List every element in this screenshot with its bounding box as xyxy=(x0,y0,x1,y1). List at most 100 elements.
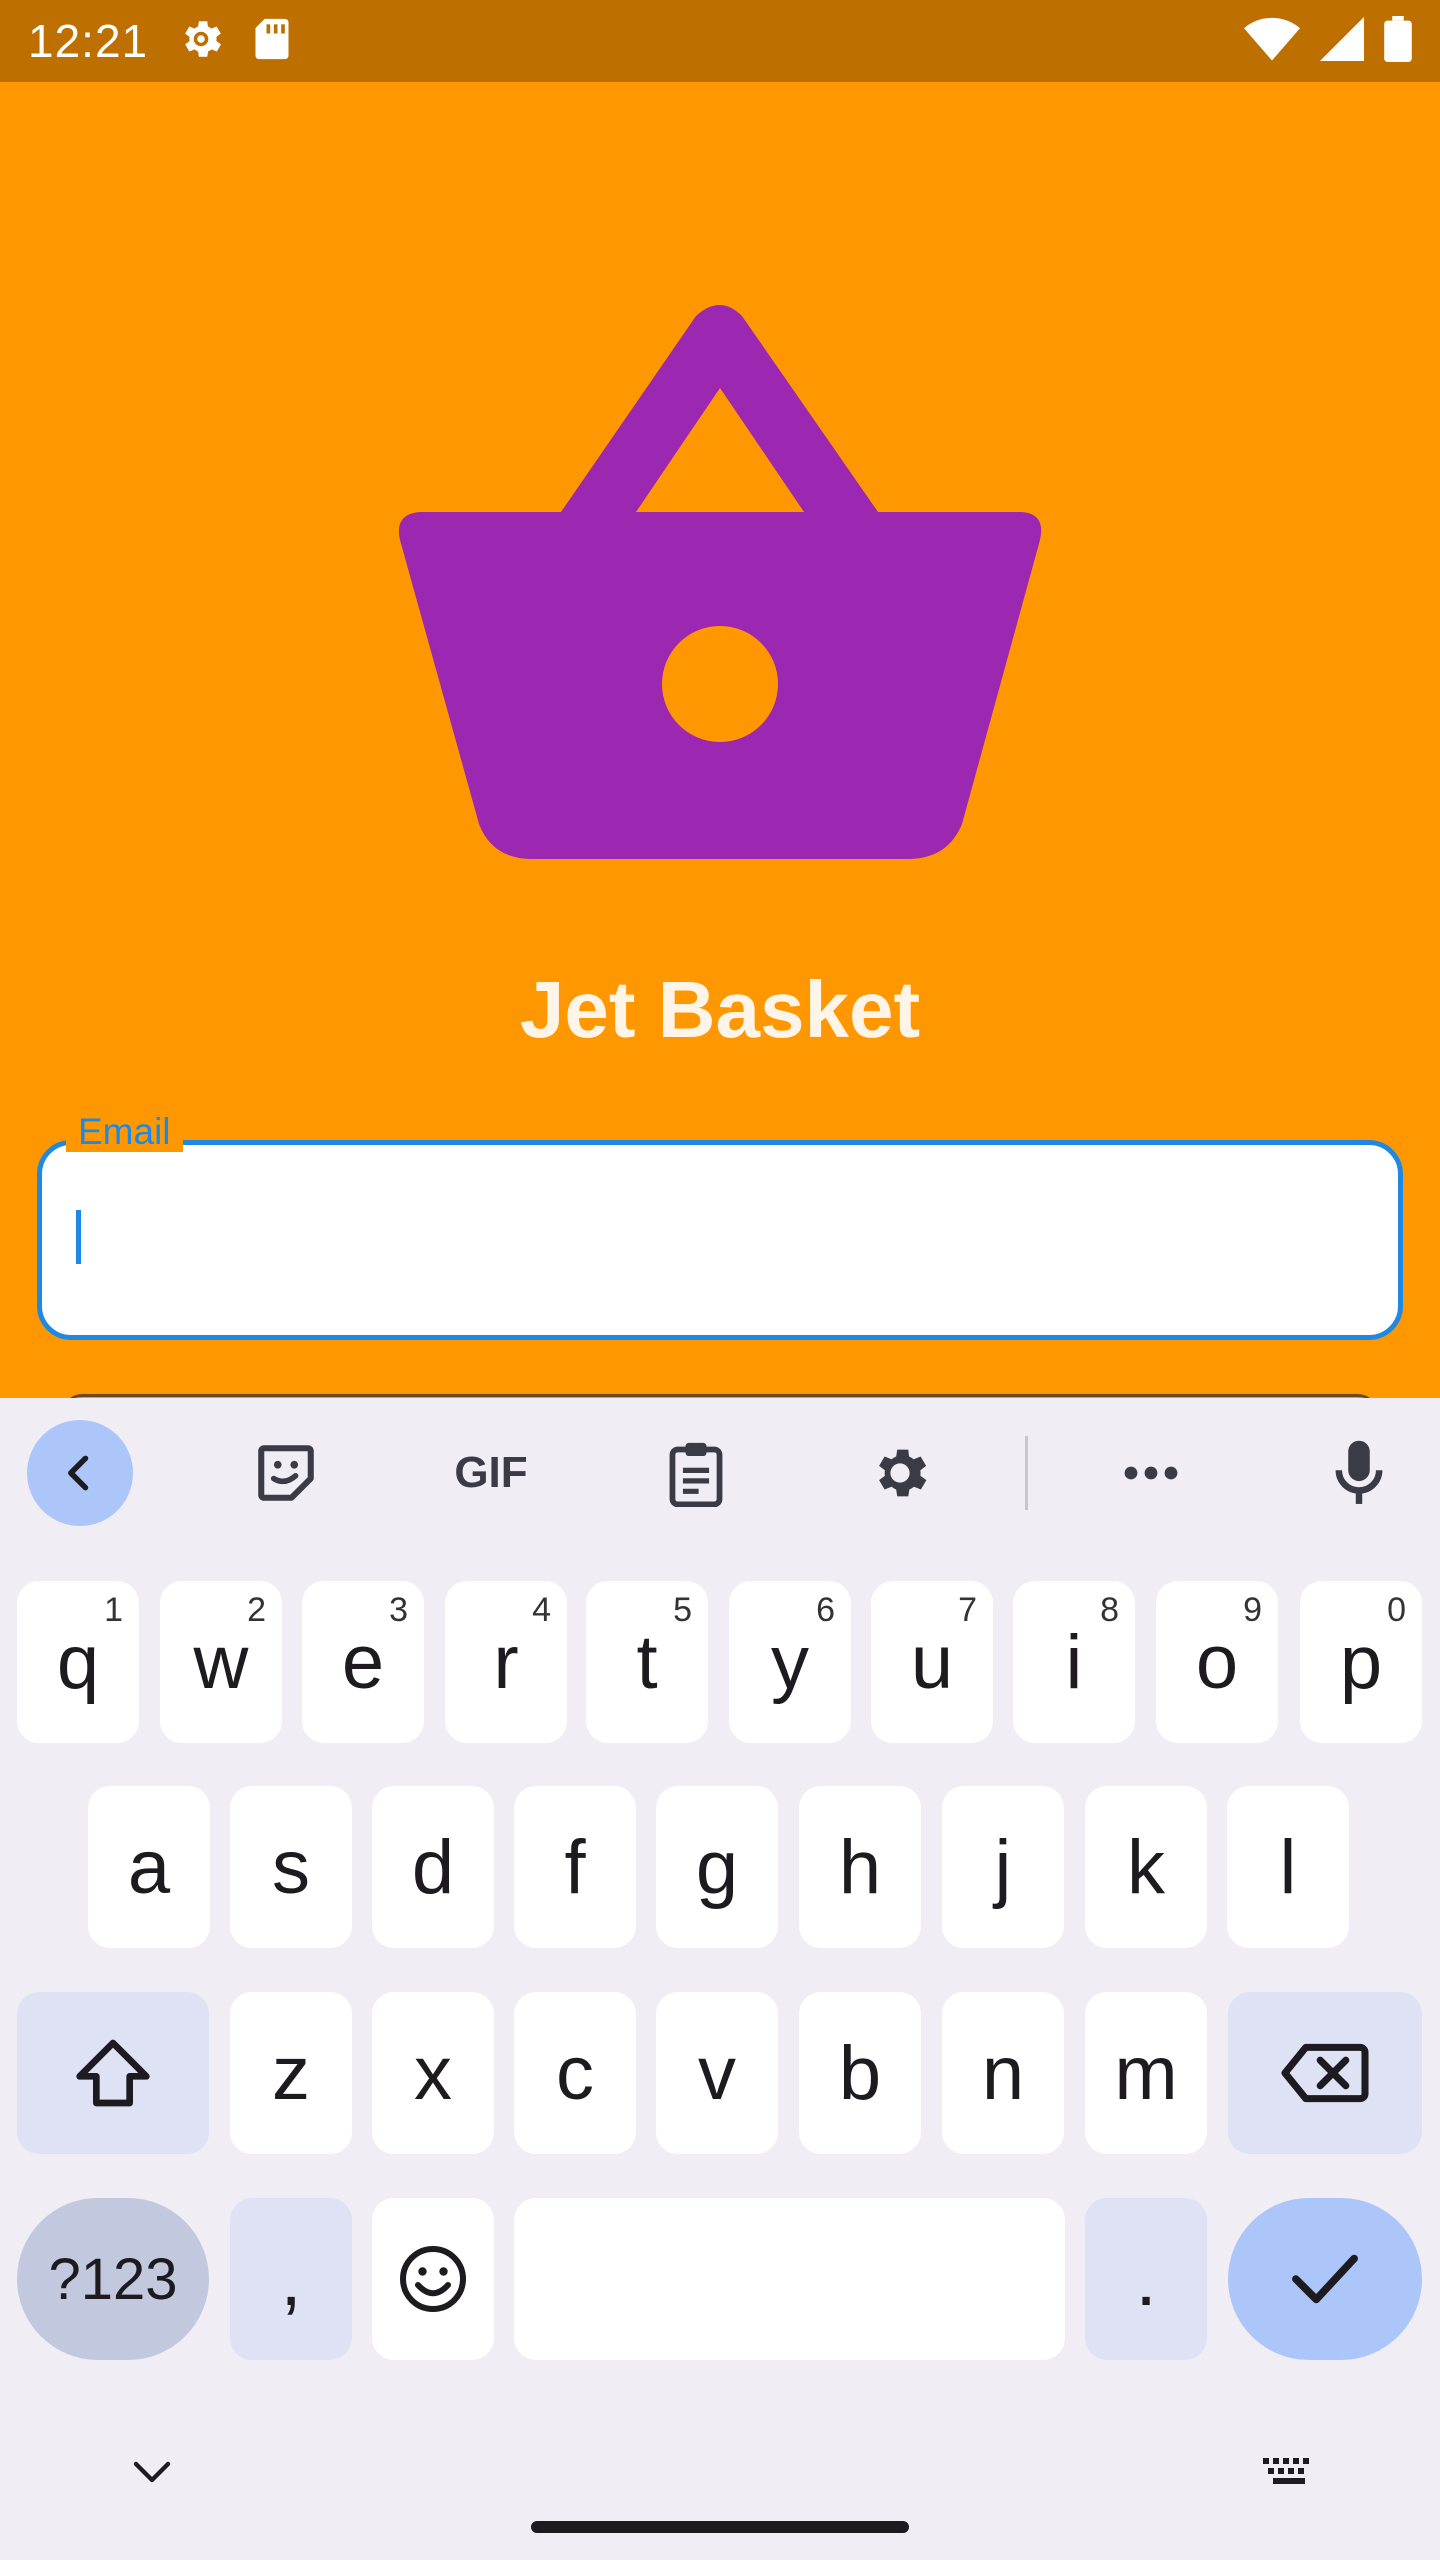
shopping-basket-icon xyxy=(398,305,1042,859)
key-d[interactable]: d xyxy=(372,1786,494,1948)
key-label: s xyxy=(272,1824,310,1910)
key-w[interactable]: w2 xyxy=(160,1581,282,1743)
key-hint: 2 xyxy=(247,1591,266,1629)
wifi-icon xyxy=(1244,17,1300,66)
key-x[interactable]: x xyxy=(372,1992,494,2154)
settings-icon xyxy=(879,1449,927,1497)
key-label: p xyxy=(1339,1619,1383,1705)
key-f[interactable]: f xyxy=(514,1786,636,1948)
key-t[interactable]: t5 xyxy=(586,1581,708,1743)
navigation-bar xyxy=(0,2408,1440,2560)
key-hint: 3 xyxy=(389,1591,408,1629)
key-label: f xyxy=(564,1824,586,1910)
key-hint: 1 xyxy=(104,1591,123,1629)
more-icon xyxy=(1124,1466,1178,1480)
key-g[interactable]: g xyxy=(656,1786,778,1948)
toolbar-back-button[interactable] xyxy=(27,1420,133,1526)
key-n[interactable]: n xyxy=(942,1992,1064,2154)
key-s[interactable]: s xyxy=(230,1786,352,1948)
key-label: m xyxy=(1114,2030,1178,2116)
key-u[interactable]: u7 xyxy=(871,1581,993,1743)
sticker-button[interactable] xyxy=(233,1420,339,1526)
clipboard-button[interactable] xyxy=(643,1420,749,1526)
key-r[interactable]: r4 xyxy=(445,1581,567,1743)
gif-button[interactable]: GIF xyxy=(436,1420,546,1526)
symbols-label: ?123 xyxy=(48,2246,178,2312)
key-q[interactable]: q1 xyxy=(17,1581,139,1743)
shift-key[interactable] xyxy=(17,1992,209,2154)
key-e[interactable]: e3 xyxy=(302,1581,424,1743)
key-label: x xyxy=(414,2030,452,2116)
settings-gear-icon xyxy=(176,14,226,69)
key-l[interactable]: l xyxy=(1227,1786,1349,1948)
key-h[interactable]: h xyxy=(799,1786,921,1948)
email-label: Email xyxy=(78,1111,171,1152)
period-label: . xyxy=(1135,2236,1157,2322)
key-label: q xyxy=(56,1619,100,1705)
enter-key[interactable] xyxy=(1228,2198,1422,2360)
key-z[interactable]: z xyxy=(230,1992,352,2154)
space-key[interactable] xyxy=(514,2198,1065,2360)
key-hint: 8 xyxy=(1100,1591,1119,1629)
more-button[interactable] xyxy=(1098,1420,1204,1526)
key-label: d xyxy=(411,1824,455,1910)
key-label: i xyxy=(1065,1619,1083,1705)
key-label: h xyxy=(838,1824,882,1910)
comma-label: , xyxy=(280,2236,302,2322)
login-screen: Jet Basket Email xyxy=(0,82,1440,1398)
key-j[interactable]: j xyxy=(942,1786,1064,1948)
keyboard-icon xyxy=(1263,2458,1309,2484)
key-label: w xyxy=(193,1619,249,1705)
checkmark-icon xyxy=(1292,2254,1358,2304)
keyboard-settings-button[interactable] xyxy=(847,1420,953,1526)
key-m[interactable]: m xyxy=(1085,1992,1207,2154)
sd-card-icon xyxy=(252,17,292,66)
key-v[interactable]: v xyxy=(656,1992,778,2154)
soft-keyboard: GIF q1 w2 e3 r4 t5 y6 u7 i8 o9 p0 a s d … xyxy=(0,1398,1440,2560)
key-label: y xyxy=(771,1619,809,1705)
key-label: v xyxy=(698,2030,736,2116)
clipboard-icon xyxy=(669,1442,723,1507)
key-p[interactable]: p0 xyxy=(1300,1581,1422,1743)
symbols-key[interactable]: ?123 xyxy=(17,2198,209,2360)
key-o[interactable]: o9 xyxy=(1156,1581,1278,1743)
key-k[interactable]: k xyxy=(1085,1786,1207,1948)
home-gesture-bar[interactable] xyxy=(531,2521,909,2533)
key-y[interactable]: y6 xyxy=(729,1581,851,1743)
chevron-left-icon xyxy=(68,1455,89,1491)
key-i[interactable]: i8 xyxy=(1013,1581,1135,1743)
key-label: o xyxy=(1195,1619,1239,1705)
sticker-icon xyxy=(258,1445,314,1501)
key-a[interactable]: a xyxy=(88,1786,210,1948)
key-label: j xyxy=(994,1824,1012,1910)
emoji-key[interactable] xyxy=(372,2198,494,2360)
comma-key[interactable]: , xyxy=(230,2198,352,2360)
key-hint: 7 xyxy=(958,1591,977,1629)
period-key[interactable]: . xyxy=(1085,2198,1207,2360)
hide-keyboard-button[interactable] xyxy=(122,2452,182,2492)
toolbar-divider xyxy=(1025,1436,1028,1510)
key-hint: 4 xyxy=(532,1591,551,1629)
key-label: l xyxy=(1279,1824,1297,1910)
email-label-container: Email xyxy=(66,1111,183,1152)
key-hint: 9 xyxy=(1243,1591,1262,1629)
email-input[interactable] xyxy=(37,1140,1403,1340)
keyboard-switch-button[interactable] xyxy=(1258,2452,1320,2492)
status-time: 12:21 xyxy=(28,15,149,67)
key-hint: 5 xyxy=(673,1591,692,1629)
key-label: t xyxy=(636,1619,658,1705)
key-label: c xyxy=(556,2030,594,2116)
key-label: a xyxy=(127,1824,171,1910)
battery-icon xyxy=(1384,15,1412,67)
key-b[interactable]: b xyxy=(799,1992,921,2154)
key-label: b xyxy=(838,2030,882,2116)
voice-input-button[interactable] xyxy=(1306,1420,1412,1526)
key-label: u xyxy=(910,1619,954,1705)
key-label: e xyxy=(341,1619,385,1705)
backspace-key[interactable] xyxy=(1228,1992,1422,2154)
status-bar: 12:21 xyxy=(0,0,1440,82)
chevron-down-icon xyxy=(133,2461,171,2483)
key-label: k xyxy=(1127,1824,1165,1910)
key-c[interactable]: c xyxy=(514,1992,636,2154)
app-title: Jet Basket xyxy=(519,965,921,1054)
